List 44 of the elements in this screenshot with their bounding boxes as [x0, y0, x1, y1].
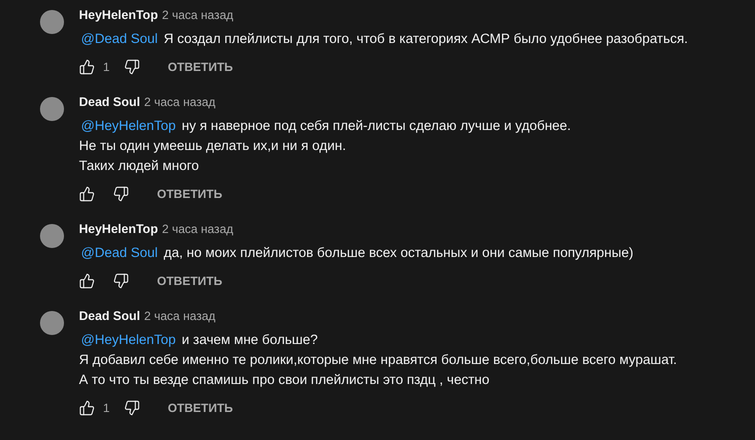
dislike-button[interactable] [111, 271, 131, 291]
author-name[interactable]: HeyHelenTop [79, 222, 158, 236]
mention-link[interactable]: @HeyHelenTop [81, 332, 176, 347]
comment-text: Таких людей много [79, 157, 200, 175]
dislike-icon [113, 186, 129, 202]
like-icon [79, 273, 95, 289]
comment-time[interactable]: 2 часа назад [144, 95, 216, 109]
comment-text: Я добавил себе именно те ролики,которые мне нравятся больше всего,больше всего мурашат. [79, 351, 677, 369]
like-icon [79, 400, 95, 416]
comment-time[interactable]: 2 часа назад [162, 222, 234, 236]
avatar[interactable] [40, 311, 64, 335]
dislike-icon [124, 59, 140, 75]
like-count: 1 [103, 401, 110, 415]
dislike-icon [113, 273, 129, 289]
dislike-icon [124, 400, 140, 416]
comment-text: Не ты один умеешь делать их,и ни я один. [79, 137, 347, 155]
comment-text: @Dead Soul да, но моих плейлистов больше всех остальных и они самые популярные) [80, 244, 634, 262]
like-button[interactable] [77, 184, 97, 204]
author-name[interactable]: HeyHelenTop [79, 8, 158, 22]
comment-time[interactable]: 2 часа назад [144, 309, 216, 323]
like-count: 1 [103, 60, 110, 74]
comment-text: А то что ты везде спамишь про свои плейлисты это пздц , честно [79, 371, 490, 389]
like-button[interactable] [77, 271, 97, 291]
mention-link[interactable]: @Dead Soul [81, 245, 158, 260]
avatar[interactable] [40, 224, 64, 248]
comment-time[interactable]: 2 часа назад [162, 8, 234, 22]
reply-button[interactable]: ОТВЕТИТЬ [160, 392, 241, 424]
author-name[interactable]: Dead Soul [79, 95, 140, 109]
like-button[interactable] [77, 398, 97, 418]
avatar[interactable] [40, 97, 64, 121]
like-icon [79, 186, 95, 202]
avatar[interactable] [40, 10, 64, 34]
reply-button[interactable]: ОТВЕТИТЬ [160, 51, 241, 83]
comment-text: @HeyHelenTop и зачем мне больше? [80, 331, 319, 349]
comment-text: @Dead Soul Я создал плейлисты для того, чтоб в категориях АСМР было удобнее разобраться. [80, 30, 688, 48]
mention-link[interactable]: @HeyHelenTop [81, 118, 176, 133]
dislike-button[interactable] [111, 184, 131, 204]
author-name[interactable]: Dead Soul [79, 309, 140, 323]
comment-text: @HeyHelenTop ну я наверное под себя плей-листы сделаю лучше и удобнее. [80, 117, 571, 135]
mention-link[interactable]: @Dead Soul [81, 31, 158, 46]
like-icon [79, 59, 95, 75]
reply-button[interactable]: ОТВЕТИТЬ [149, 178, 230, 210]
reply-button[interactable]: ОТВЕТИТЬ [149, 265, 230, 297]
like-button[interactable] [77, 57, 97, 77]
